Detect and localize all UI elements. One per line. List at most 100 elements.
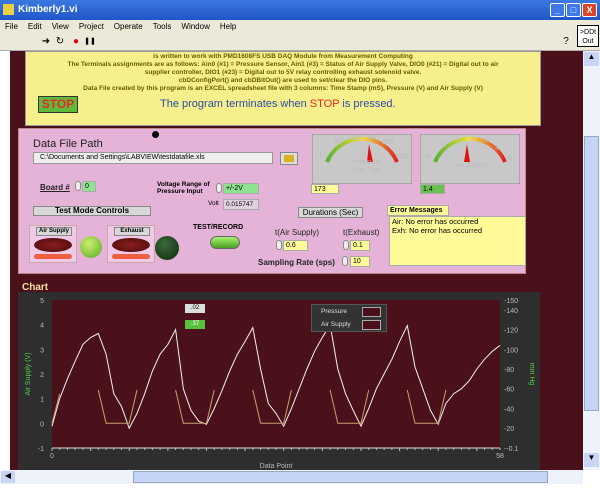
t-air-input[interactable]: 0.6 xyxy=(283,240,308,251)
t-air-spinner[interactable] xyxy=(276,240,282,250)
voltage-range-select[interactable]: +/-2V xyxy=(223,183,259,194)
air-supply-bar xyxy=(34,254,72,259)
y-right-tick-label: -100 xyxy=(504,347,518,354)
note-stop: STOP xyxy=(309,98,340,110)
exhaust-control: Exhaust xyxy=(107,225,155,263)
scroll-left-arrow[interactable]: ◀ xyxy=(1,471,15,483)
scroll-down-arrow[interactable]: ▼ xyxy=(584,453,599,467)
pressure-readout: 173 xyxy=(311,184,339,194)
t-exhaust-input[interactable]: 0.1 xyxy=(350,240,370,251)
y-left-tick-label: 0 xyxy=(40,421,44,428)
menu-project[interactable]: Project xyxy=(79,22,104,31)
cursor-readout-air: .37 xyxy=(185,320,205,329)
legend-pressure: Pressure xyxy=(321,308,348,315)
y-left-tick-label: 5 xyxy=(40,298,44,305)
error-messages-label: Error Messages xyxy=(387,205,449,216)
menu-edit[interactable]: Edit xyxy=(28,22,42,31)
cursor-readout-pressure: .02 xyxy=(185,304,205,313)
info-line: cbDConfigPort() and cbDBitOut() are used… xyxy=(178,77,388,84)
waveform-chart[interactable]: -1 0 1 2 3 4 5 --0.1 -20 -40 -60 -80 -100 -120 -140 -15… xyxy=(18,292,540,470)
ddt-out-connector: >DDt Out xyxy=(577,25,599,47)
y-right-tick-label: -140 xyxy=(504,308,518,315)
horizontal-scroll-thumb[interactable] xyxy=(133,471,548,483)
y-left-tick-label: 4 xyxy=(40,323,44,330)
x-tick-label: 58 xyxy=(496,453,504,460)
label-line: Pressure Input xyxy=(157,188,203,195)
y-left-axis-label: Air Supply (V) xyxy=(25,352,32,395)
test-record-label: TEST/RECORD xyxy=(193,224,244,231)
abort-button[interactable]: ● xyxy=(70,36,82,48)
sampling-rate-label: Sampling Rate (sps) xyxy=(258,258,335,267)
gauge-tick: 1 xyxy=(455,136,459,143)
y-left-tick-label: -1 xyxy=(38,446,44,453)
file-path-input[interactable]: C:\Documents and Settings\LABVIEW\testda… xyxy=(33,152,273,164)
sampling-rate-spinner[interactable] xyxy=(342,256,348,266)
run-button[interactable]: ➜ xyxy=(40,36,52,48)
gauge-tick: 50 xyxy=(334,139,342,146)
info-line: supplier controller, DIO1 (#23) = Digita… xyxy=(144,69,422,76)
air-supply-label: Air Supply xyxy=(36,227,72,236)
horizontal-scrollbar[interactable]: ◀ xyxy=(0,470,583,484)
x-axis-label: Data Point xyxy=(260,463,293,470)
gauge-label: Pressure xyxy=(352,159,380,166)
pause-button[interactable]: ❚❚ xyxy=(84,36,96,48)
gauge-tick: 3 xyxy=(484,137,488,144)
volt-label: Volt xyxy=(208,200,219,207)
legend-air-supply: Air Supply xyxy=(321,321,351,328)
air-supply-button[interactable] xyxy=(34,238,72,252)
y-right-tick-label: -80 xyxy=(504,367,514,374)
t-exhaust-spinner[interactable] xyxy=(343,240,349,250)
maximize-button[interactable]: □ xyxy=(566,3,581,17)
test-record-toggle[interactable] xyxy=(210,236,240,249)
volt-readout: 0.015747 xyxy=(223,199,259,210)
run-continuously-button[interactable]: ↻ xyxy=(54,36,66,48)
close-button[interactable]: X xyxy=(582,3,597,17)
board-label: Board # xyxy=(40,183,70,192)
scroll-up-arrow[interactable]: ▲ xyxy=(584,52,599,66)
exhaust-led xyxy=(155,236,179,260)
labview-icon xyxy=(3,4,14,15)
y-right-tick-label: --0.1 xyxy=(504,446,519,453)
vertical-scrollbar[interactable]: ▲ ▼ xyxy=(583,51,600,470)
help-button[interactable]: ? xyxy=(560,36,572,48)
menu-window[interactable]: Window xyxy=(181,22,209,31)
out-label: Out xyxy=(582,38,594,45)
window-title: Kimberly1.vi xyxy=(18,4,78,15)
t-exhaust-label: t(Exhaust) xyxy=(343,228,380,237)
gauge-tick: 0 xyxy=(442,142,446,149)
sampling-rate-input[interactable]: 10 xyxy=(350,256,370,267)
chart-legend: Pressure Air Supply xyxy=(311,304,387,332)
legend-pressure-swatch[interactable] xyxy=(362,307,381,317)
exhaust-bar xyxy=(112,254,150,259)
info-line: is written to work with PMD1608FS USB DA… xyxy=(153,53,413,60)
gauge-tick: 250 xyxy=(396,153,408,160)
board-input[interactable]: 0 xyxy=(82,181,96,192)
menu-help[interactable]: Help xyxy=(220,22,236,31)
minimize-button[interactable]: _ xyxy=(550,3,565,17)
y-right-tick-label: -40 xyxy=(504,406,514,413)
info-line: The Terminals assignments are as follows… xyxy=(67,61,499,68)
menu-bar: File Edit View Project Operate Tools Window Hel… xyxy=(0,20,600,34)
menu-operate[interactable]: Operate xyxy=(114,22,143,31)
stop-button[interactable]: STOP xyxy=(38,96,78,113)
gauge-tick: -1 xyxy=(424,153,430,160)
legend-air-swatch[interactable] xyxy=(362,320,381,330)
board-spinner[interactable] xyxy=(75,181,81,191)
indicator-dot xyxy=(152,131,159,138)
y-right-tick-label: -20 xyxy=(504,426,514,433)
y-right-axis-label: mm Hg xyxy=(528,363,535,386)
voltage-range-spinner[interactable] xyxy=(216,183,222,193)
air-supply-led xyxy=(80,236,102,258)
menu-view[interactable]: View xyxy=(52,22,69,31)
menu-file[interactable]: File xyxy=(5,22,18,31)
toolbar: ➜ ↻ ● ❚❚ ? xyxy=(0,34,600,51)
ddt-label: >DDt xyxy=(579,29,597,36)
menu-tools[interactable]: Tools xyxy=(153,22,172,31)
label-line: Voltage Range of xyxy=(157,181,210,188)
vertical-scroll-thumb[interactable] xyxy=(584,136,599,411)
y-left-tick-label: 2 xyxy=(40,372,44,379)
t-air-label: t(Air Supply) xyxy=(275,228,320,237)
exhaust-button[interactable] xyxy=(112,238,150,252)
browse-folder-button[interactable] xyxy=(280,152,298,165)
info-line: Data File created by this program is an … xyxy=(83,85,483,92)
